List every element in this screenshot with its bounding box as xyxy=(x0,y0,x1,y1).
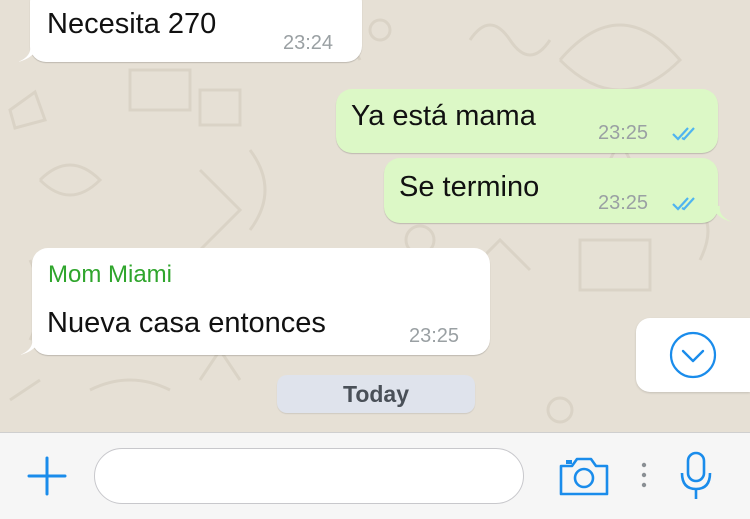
microphone-icon[interactable] xyxy=(678,451,714,503)
message-text: Necesita 270 xyxy=(47,8,217,40)
plus-icon[interactable] xyxy=(27,456,67,496)
bubble-tail xyxy=(20,339,40,355)
scroll-to-bottom-button[interactable] xyxy=(636,318,750,392)
message-bubble-incoming[interactable]: Mom Miami Nueva casa entonces 23:25 xyxy=(32,248,490,355)
double-check-icon xyxy=(672,197,695,211)
message-time: 23:24 xyxy=(283,32,334,54)
bubble-tail xyxy=(18,46,38,62)
message-bubble-outgoing[interactable]: Ya está mama 23:25 xyxy=(336,89,718,153)
message-time: 23:25 xyxy=(598,192,649,214)
message-text: Se termino xyxy=(399,171,540,203)
chevron-down-icon xyxy=(669,331,717,379)
sender-name: Mom Miami xyxy=(48,261,172,288)
chat-area[interactable]: Necesita 270 23:24 Ya está mama 23:25 Se… xyxy=(0,0,750,432)
camera-icon[interactable] xyxy=(558,455,610,497)
bubble-tail xyxy=(712,206,732,222)
message-text: Ya está mama xyxy=(351,100,536,132)
more-dots-icon[interactable] xyxy=(639,461,649,493)
message-text: Nueva casa entonces xyxy=(47,307,326,339)
message-time: 23:25 xyxy=(598,122,649,144)
double-check-icon xyxy=(672,127,695,141)
message-input[interactable] xyxy=(94,448,524,504)
date-divider: Today xyxy=(277,375,475,413)
message-bubble-incoming[interactable]: Necesita 270 23:24 xyxy=(30,0,362,62)
message-time: 23:25 xyxy=(409,325,460,347)
message-input-bar xyxy=(0,432,750,519)
message-bubble-outgoing[interactable]: Se termino 23:25 xyxy=(384,158,718,223)
